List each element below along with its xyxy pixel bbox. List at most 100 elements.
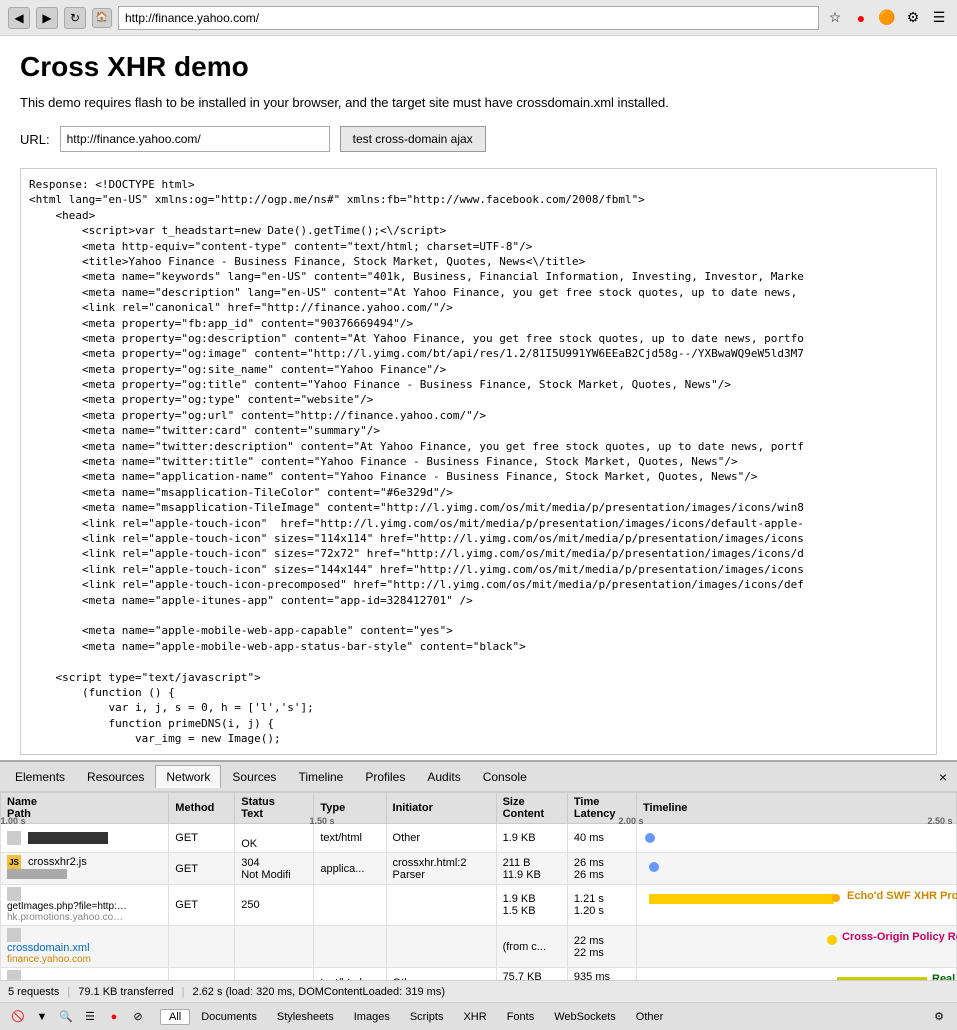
timeline-mark-2: 1.50 s [309, 816, 334, 826]
row3-type [314, 885, 386, 926]
row4-method [169, 926, 235, 968]
tab-elements[interactable]: Elements [4, 765, 76, 788]
row3-initiator [386, 885, 496, 926]
row5-time: 935 ms281 ms [567, 968, 636, 981]
row4-timeline: Cross-Origin Policy Request [637, 926, 957, 968]
transferred-size: 79.1 KB transferred [78, 986, 173, 998]
network-rows: GET OK text/html Other 1.9 KB 40 ms JS [1, 824, 957, 981]
bookmark-icon[interactable]: ☆ [825, 8, 845, 28]
row2-method: GET [169, 853, 235, 885]
network-table-header: NamePath Method StatusText Type Initiato… [1, 793, 957, 824]
tab-resources[interactable]: Resources [76, 765, 155, 788]
filter-other[interactable]: Other [627, 1009, 673, 1025]
row1-time: 40 ms [567, 824, 636, 853]
row5-type: text/html [314, 968, 386, 981]
filter-all[interactable]: All [160, 1009, 190, 1025]
home-button[interactable]: 🏠 [92, 8, 112, 28]
row4-size: (from c... [496, 926, 567, 968]
row3-status: 250 [235, 885, 314, 926]
network-row-4[interactable]: crossdomain.xml finance.yahoo.com (from … [1, 926, 957, 968]
filter-xhr[interactable]: XHR [454, 1009, 495, 1025]
browser-toolbar: ◀ ▶ ↻ 🏠 ☆ ● 🟠 ⚙ ☰ [0, 0, 957, 36]
row2-type: applica... [314, 853, 386, 885]
devtools-tabs: Elements Resources Network Sources Timel… [0, 762, 957, 792]
row1-method: GET [169, 824, 235, 853]
back-button[interactable]: ◀ [8, 7, 30, 29]
filter-scripts[interactable]: Scripts [401, 1009, 453, 1025]
network-status-bar: 5 requests | 79.1 KB transferred | 2.62 … [0, 980, 957, 1002]
tab-audits[interactable]: Audits [416, 765, 471, 788]
url-label: URL: [20, 132, 50, 147]
network-row-2[interactable]: JS crossxhr2.js GET 304Not Modifi applic… [1, 853, 957, 885]
stop-icon[interactable]: ● [851, 8, 871, 28]
response-content: <!DOCTYPE html> <html lang="en-US" xmlns… [29, 178, 804, 745]
extension-icon[interactable]: 🟠 [877, 8, 897, 28]
filter-stylesheets[interactable]: Stylesheets [268, 1009, 343, 1025]
devtools-settings-button[interactable]: ⚙ [929, 1007, 949, 1027]
row3-name: getImages.php?file=http:/... hk.promotio… [1, 885, 169, 926]
row3-time: 1.21 s1.20 s [567, 885, 636, 926]
search-button[interactable]: 🔍 [56, 1007, 76, 1027]
tab-timeline[interactable]: Timeline [287, 765, 354, 788]
row5-initiator: Other [386, 968, 496, 981]
response-label: Response: [29, 178, 89, 191]
list-button[interactable]: ☰ [80, 1007, 100, 1027]
row4-status [235, 926, 314, 968]
reload-button[interactable]: ↻ [64, 7, 86, 29]
row1-timeline [637, 824, 957, 853]
forward-button[interactable]: ▶ [36, 7, 58, 29]
row2-size: 211 B11.9 KB [496, 853, 567, 885]
row3-size: 1.9 KB1.5 KB [496, 885, 567, 926]
url-input[interactable] [60, 126, 330, 152]
address-bar[interactable] [118, 6, 819, 30]
row2-name: JS crossxhr2.js [1, 853, 169, 885]
row2-initiator: crossxhr.html:2Parser [386, 853, 496, 885]
row4-type [314, 926, 386, 968]
timeline-mark-1: 1.00 s [1, 816, 26, 826]
page-title: Cross XHR demo [20, 51, 937, 83]
requests-count: 5 requests [8, 986, 59, 998]
response-container: Response: <!DOCTYPE html> <html lang="en… [20, 168, 937, 755]
row4-name: crossdomain.xml finance.yahoo.com [1, 926, 169, 968]
tab-network[interactable]: Network [155, 765, 221, 788]
row5-method [169, 968, 235, 981]
network-table-container: NamePath Method StatusText Type Initiato… [0, 792, 957, 980]
row4-initiator [386, 926, 496, 968]
url-row: URL: test cross-domain ajax [20, 126, 937, 152]
filter-tabs: All Documents Stylesheets Images Scripts… [160, 1009, 672, 1025]
network-row-1[interactable]: GET OK text/html Other 1.9 KB 40 ms [1, 824, 957, 853]
row5-size: 75.7 KB388 KB [496, 968, 567, 981]
devtools-bottom-toolbar: 🚫 ▼ 🔍 ☰ ● ⊘ All Documents Stylesheets Im… [0, 1002, 957, 1030]
test-button[interactable]: test cross-domain ajax [340, 126, 486, 152]
load-time: 2.62 s (load: 320 ms, DOMContentLoaded: … [192, 986, 445, 998]
filter-websockets[interactable]: WebSockets [545, 1009, 625, 1025]
filter-fonts[interactable]: Fonts [498, 1009, 544, 1025]
row5-name: finance.yahoo.com [1, 968, 169, 981]
extension2-icon[interactable]: ⚙ [903, 8, 923, 28]
filter-button[interactable]: ▼ [32, 1007, 52, 1027]
network-row-3[interactable]: getImages.php?file=http:/... hk.promotio… [1, 885, 957, 926]
row2-status: 304Not Modifi [235, 853, 314, 885]
tab-profiles[interactable]: Profiles [354, 765, 416, 788]
row2-timeline [637, 853, 957, 885]
filter-documents[interactable]: Documents [192, 1009, 266, 1025]
row3-timeline: Echo'd SWF XHR Proxy [637, 885, 957, 926]
tab-console[interactable]: Console [472, 765, 538, 788]
row1-name [1, 824, 169, 853]
stop-record-button[interactable]: ⊘ [128, 1007, 148, 1027]
col-timeline: Timeline 1.00 s 1.50 s 2.00 s 2.50 s [637, 793, 957, 824]
row1-initiator: Other [386, 824, 496, 853]
devtools-panel: Elements Resources Network Sources Timel… [0, 760, 957, 1030]
network-row-5[interactable]: finance.yahoo.com OK text/html Other 75.… [1, 968, 957, 981]
row2-time: 26 ms26 ms [567, 853, 636, 885]
filter-images[interactable]: Images [345, 1009, 399, 1025]
record-button[interactable]: ● [104, 1007, 124, 1027]
response-area: Response: <!DOCTYPE html> <html lang="en… [20, 168, 937, 755]
tab-sources[interactable]: Sources [221, 765, 287, 788]
menu-icon[interactable]: ☰ [929, 8, 949, 28]
clear-button[interactable]: 🚫 [8, 1007, 28, 1027]
devtools-close-button[interactable]: × [933, 767, 953, 787]
row4-time: 22 ms22 ms [567, 926, 636, 968]
row5-status: OK [235, 968, 314, 981]
main-content: Cross XHR demo This demo requires flash … [0, 36, 957, 760]
